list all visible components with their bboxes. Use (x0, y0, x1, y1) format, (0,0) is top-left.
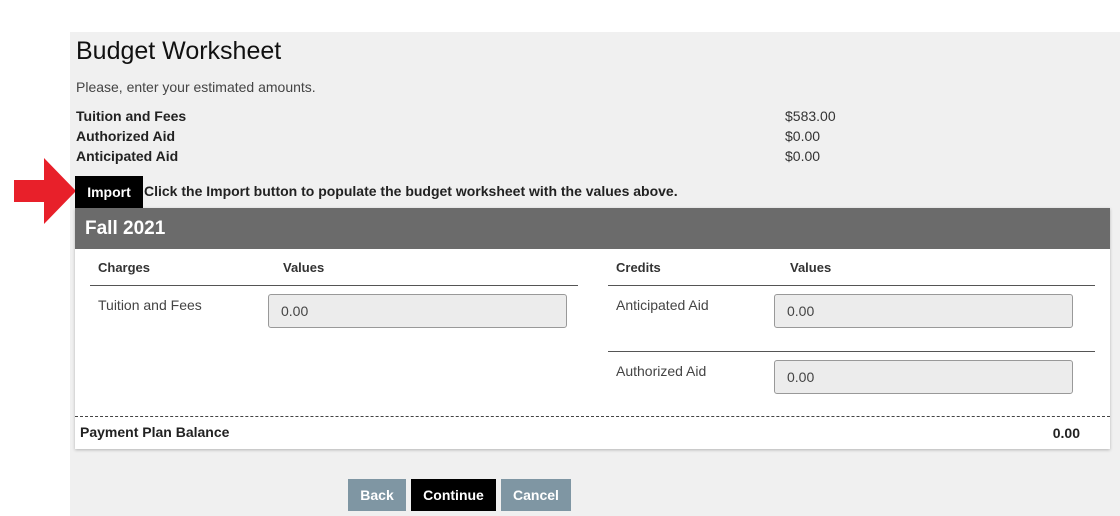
tuition-fees-input[interactable]: 0.00 (268, 294, 567, 328)
term-panel: Fall 2021 Charges Values Tuition and Fee… (75, 208, 1110, 449)
credits-values-header: Values (790, 260, 832, 275)
summary-value: $0.00 (785, 148, 821, 164)
credits-divider (608, 285, 1095, 286)
summary-label: Anticipated Aid (76, 148, 179, 164)
payment-plan-balance-value: 0.00 (1052, 425, 1080, 441)
payment-plan-balance-label: Payment Plan Balance (80, 424, 230, 440)
charges-header: Charges (98, 260, 151, 275)
summary-row-anticipated-aid: Anticipated Aid $0.00 (76, 148, 836, 168)
summary-label: Tuition and Fees (76, 108, 187, 124)
credits-header: Credits (616, 260, 661, 275)
charges-divider (90, 285, 578, 286)
import-button[interactable]: Import (75, 176, 143, 208)
import-hint: Click the Import button to populate the … (144, 183, 678, 199)
credits-row-divider (608, 351, 1095, 352)
authorized-aid-input[interactable]: 0.00 (774, 360, 1073, 394)
red-arrow-icon (14, 158, 76, 224)
summary-value: $583.00 (785, 108, 836, 124)
summary-row-authorized-aid: Authorized Aid $0.00 (76, 128, 836, 148)
charges-values-header: Values (283, 260, 325, 275)
anticipated-aid-input[interactable]: 0.00 (774, 294, 1073, 328)
credit-label-authorized-aid: Authorized Aid (616, 363, 707, 379)
credit-label-anticipated-aid: Anticipated Aid (616, 297, 709, 313)
summary-label: Authorized Aid (76, 128, 176, 144)
summary-row-tuition: Tuition and Fees $583.00 (76, 108, 836, 128)
balance-divider (75, 416, 1110, 417)
cancel-button[interactable]: Cancel (501, 479, 571, 511)
back-button[interactable]: Back (348, 479, 406, 511)
summary-value: $0.00 (785, 128, 821, 144)
charge-label-tuition: Tuition and Fees (98, 297, 202, 313)
continue-button[interactable]: Continue (411, 479, 496, 511)
term-title: Fall 2021 (75, 208, 1110, 249)
page-subtitle: Please, enter your estimated amounts. (76, 79, 316, 95)
page-title: Budget Worksheet (76, 37, 282, 65)
